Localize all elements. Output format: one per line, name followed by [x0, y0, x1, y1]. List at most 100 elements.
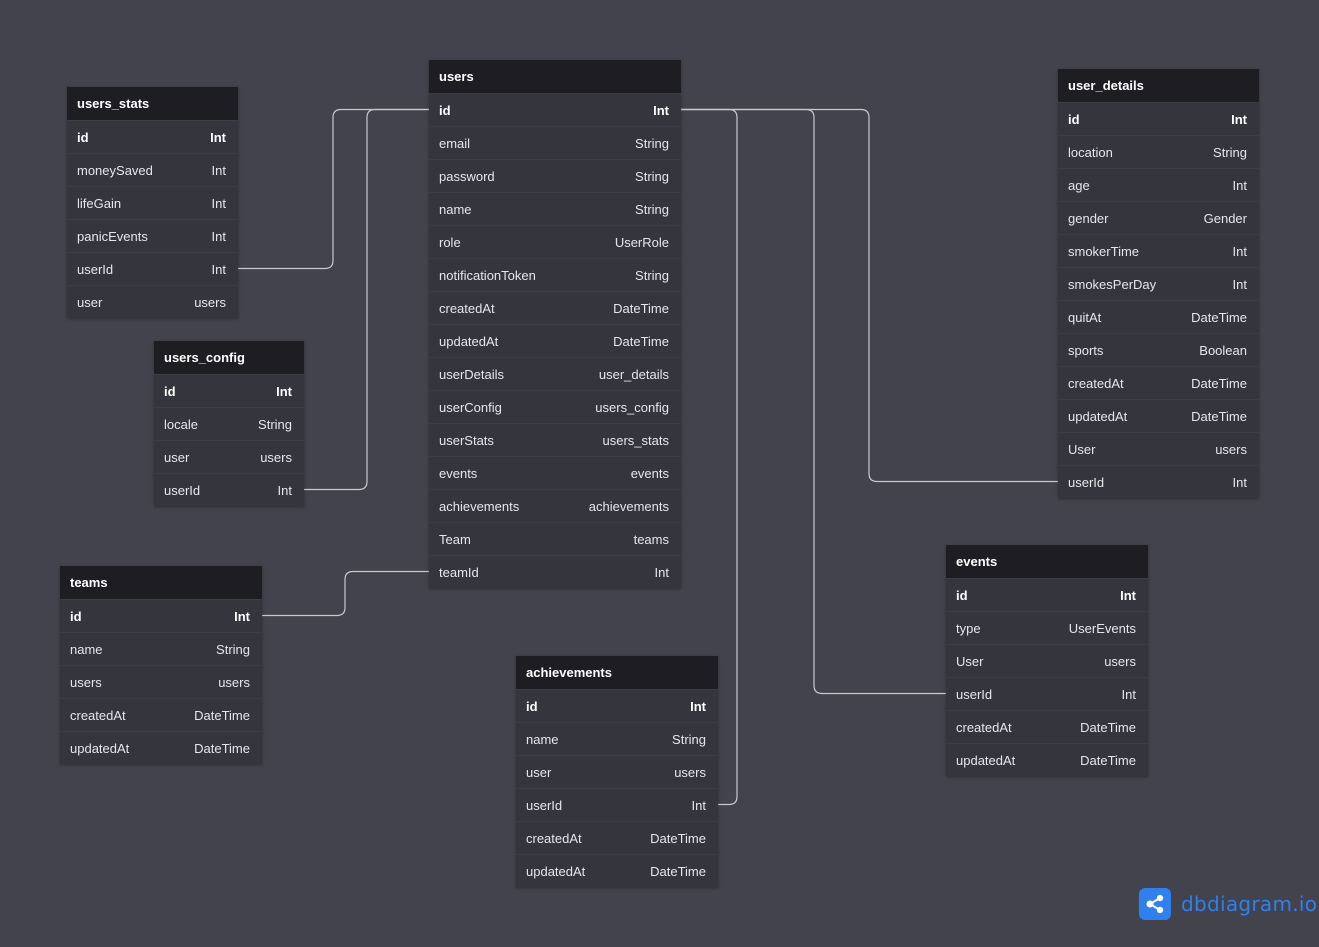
field-row[interactable]: createdAt DateTime: [60, 698, 262, 731]
field-name: createdAt: [1068, 375, 1124, 391]
field-name: User: [956, 653, 984, 669]
field-row[interactable]: id Int: [1058, 102, 1259, 135]
field-row[interactable]: userId Int: [67, 252, 238, 285]
field-row[interactable]: createdAt DateTime: [946, 710, 1148, 743]
field-row[interactable]: user users: [154, 440, 304, 473]
table-header[interactable]: achievements: [516, 656, 718, 689]
field-row[interactable]: User users: [946, 644, 1148, 677]
field-name: id: [70, 608, 82, 624]
field-row[interactable]: userId Int: [154, 473, 304, 506]
field-row[interactable]: smokerTime Int: [1058, 234, 1259, 267]
field-row[interactable]: id Int: [946, 578, 1148, 611]
relation-events-to-users[interactable]: [681, 108, 946, 695]
field-row[interactable]: teamId Int: [429, 555, 681, 588]
table-header[interactable]: users_stats: [67, 87, 238, 120]
field-row[interactable]: email String: [429, 126, 681, 159]
field-row[interactable]: id Int: [154, 374, 304, 407]
field-name: userId: [164, 482, 201, 498]
field-name: sports: [1068, 342, 1104, 358]
table-users-config[interactable]: users_config id Int locale String user users us…: [154, 341, 304, 506]
field-type: DateTime: [613, 300, 669, 316]
field-type: Gender: [1203, 210, 1247, 226]
field-type: Int: [1231, 111, 1247, 127]
field-row[interactable]: id Int: [429, 93, 681, 126]
field-row[interactable]: id Int: [60, 599, 262, 632]
field-row[interactable]: createdAt DateTime: [516, 821, 718, 854]
table-header[interactable]: users: [429, 60, 681, 93]
field-name: name: [70, 641, 103, 657]
relation-users-to-teams[interactable]: [262, 570, 429, 617]
relation-users-stats-to-users[interactable]: [238, 108, 429, 270]
field-row[interactable]: role UserRole: [429, 225, 681, 258]
table-header[interactable]: user_details: [1058, 69, 1259, 102]
field-type: Int: [234, 608, 250, 624]
field-row[interactable]: gender Gender: [1058, 201, 1259, 234]
field-type: Int: [277, 482, 292, 498]
brand-logo[interactable]: dbdiagram.io: [1139, 888, 1317, 920]
field-row[interactable]: password String: [429, 159, 681, 192]
field-row[interactable]: Team teams: [429, 522, 681, 555]
relation-users-config-to-users[interactable]: [304, 108, 429, 491]
table-events[interactable]: events id Int type UserEvents User users userId…: [946, 545, 1148, 776]
field-type: Int: [211, 228, 226, 244]
field-row[interactable]: smokesPerDay Int: [1058, 267, 1259, 300]
field-type: Int: [654, 564, 669, 580]
field-row[interactable]: createdAt DateTime: [1058, 366, 1259, 399]
field-type: teams: [633, 531, 669, 547]
field-row[interactable]: name String: [60, 632, 262, 665]
field-type: Int: [1120, 587, 1136, 603]
table-header[interactable]: users_config: [154, 341, 304, 374]
field-name: User: [1068, 441, 1096, 457]
field-row[interactable]: updatedAt DateTime: [429, 324, 681, 357]
field-row[interactable]: userDetails user_details: [429, 357, 681, 390]
field-row[interactable]: type UserEvents: [946, 611, 1148, 644]
field-row[interactable]: userId Int: [516, 788, 718, 821]
field-row[interactable]: user users: [516, 755, 718, 788]
field-row[interactable]: location String: [1058, 135, 1259, 168]
field-row[interactable]: updatedAt DateTime: [1058, 399, 1259, 432]
field-row[interactable]: events events: [429, 456, 681, 489]
table-achievements[interactable]: achievements id Int name String user users user…: [516, 656, 718, 887]
field-name: smokesPerDay: [1068, 276, 1157, 292]
field-row[interactable]: createdAt DateTime: [429, 291, 681, 324]
field-row[interactable]: panicEvents Int: [67, 219, 238, 252]
field-name: quitAt: [1068, 309, 1102, 325]
field-row[interactable]: userId Int: [946, 677, 1148, 710]
field-row[interactable]: users users: [60, 665, 262, 698]
field-row[interactable]: moneySaved Int: [67, 153, 238, 186]
field-row[interactable]: id Int: [67, 120, 238, 153]
table-users[interactable]: users id Int email String password String name S…: [429, 60, 681, 588]
table-users-stats[interactable]: users_stats id Int moneySaved Int lifeGain Int…: [67, 87, 238, 318]
field-row[interactable]: sports Boolean: [1058, 333, 1259, 366]
field-name: achievements: [439, 498, 520, 514]
field-row[interactable]: achievements achievements: [429, 489, 681, 522]
table-teams[interactable]: teams id Int name String users users createdAt D…: [60, 566, 262, 764]
field-type: users: [674, 764, 706, 780]
field-row[interactable]: id Int: [516, 689, 718, 722]
diagram-canvas[interactable]: users id Int email String password String name S…: [0, 0, 1319, 947]
field-row[interactable]: locale String: [154, 407, 304, 440]
field-row[interactable]: name String: [516, 722, 718, 755]
field-row[interactable]: quitAt DateTime: [1058, 300, 1259, 333]
field-row[interactable]: User users: [1058, 432, 1259, 465]
field-name: userDetails: [439, 366, 505, 382]
table-user-details[interactable]: user_details id Int location String age Int gen…: [1058, 69, 1259, 498]
table-header[interactable]: teams: [60, 566, 262, 599]
field-row[interactable]: updatedAt DateTime: [60, 731, 262, 764]
field-row[interactable]: updatedAt DateTime: [516, 854, 718, 887]
field-row[interactable]: updatedAt DateTime: [946, 743, 1148, 776]
field-row[interactable]: name String: [429, 192, 681, 225]
field-type: DateTime: [650, 830, 706, 846]
field-row[interactable]: notificationToken String: [429, 258, 681, 291]
field-type: Int: [1232, 243, 1247, 259]
field-row[interactable]: lifeGain Int: [67, 186, 238, 219]
field-name: userId: [77, 261, 114, 277]
field-name: moneySaved: [77, 162, 153, 178]
field-row[interactable]: user users: [67, 285, 238, 318]
field-row[interactable]: userStats users_stats: [429, 423, 681, 456]
field-row[interactable]: age Int: [1058, 168, 1259, 201]
field-name: name: [439, 201, 472, 217]
table-header[interactable]: events: [946, 545, 1148, 578]
field-row[interactable]: userConfig users_config: [429, 390, 681, 423]
field-row[interactable]: userId Int: [1058, 465, 1259, 498]
